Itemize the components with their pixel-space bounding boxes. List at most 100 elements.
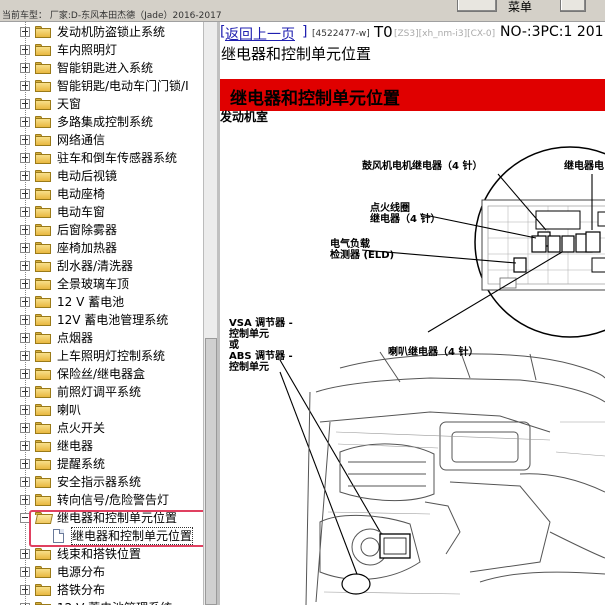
expand-icon[interactable]	[20, 99, 30, 109]
expand-icon[interactable]	[20, 315, 30, 325]
tree-item-label[interactable]: 电动后视镜	[57, 168, 117, 184]
tree-folder-item[interactable]: 保险丝/继电器盒	[0, 365, 203, 383]
expand-icon[interactable]	[20, 189, 30, 199]
tree-folder-item[interactable]: 点火开关	[0, 419, 203, 437]
tree-folder-item[interactable]: 点烟器	[0, 329, 203, 347]
toolbar-button-right[interactable]	[560, 0, 586, 12]
expand-icon[interactable]	[20, 495, 30, 505]
expand-icon[interactable]	[20, 585, 30, 595]
tree-item-label[interactable]: 喇叭	[57, 402, 81, 418]
expand-icon[interactable]	[20, 567, 30, 577]
expand-icon[interactable]	[20, 63, 30, 73]
tree-item-label[interactable]: 网络通信	[57, 132, 105, 148]
tree-item-label[interactable]: 提醒系统	[57, 456, 105, 472]
tree-folder-item[interactable]: 电源分布	[0, 563, 203, 581]
tree-folder-item[interactable]: 转向信号/危险警告灯	[0, 491, 203, 509]
expand-icon[interactable]	[20, 441, 30, 451]
tree-folder-item[interactable]: 发动机防盗锁止系统	[0, 23, 203, 41]
tree-folder-item[interactable]: 12V 蓄电池管理系统	[0, 311, 203, 329]
tree-folder-item[interactable]: 12 V 蓄电池管理系统	[0, 599, 203, 605]
expand-icon[interactable]	[20, 243, 30, 253]
expand-icon[interactable]	[20, 225, 30, 235]
expand-icon[interactable]	[20, 369, 30, 379]
tree-folder-item[interactable]: 全景玻璃车顶	[0, 275, 203, 293]
tree-item-label[interactable]: 点火开关	[57, 420, 105, 436]
tree-item-label[interactable]: 12 V 蓄电池	[57, 294, 124, 310]
tree-item-label[interactable]: 保险丝/继电器盒	[57, 366, 145, 382]
tree-folder-item[interactable]: 智能钥匙/电动车门门锁/I	[0, 77, 203, 95]
tree-item-label[interactable]: 驻车和倒车传感器系统	[57, 150, 177, 166]
tree-item-label[interactable]: 上车照明灯控制系统	[57, 348, 165, 364]
tree-folder-item[interactable]: 智能钥匙进入系统	[0, 59, 203, 77]
tree-folder-item[interactable]: 多路集成控制系统	[0, 113, 203, 131]
expand-icon[interactable]	[20, 171, 30, 181]
tree-item-label[interactable]: 线束和搭铁位置	[57, 546, 141, 562]
expand-icon[interactable]	[20, 153, 30, 163]
tree-folder-item[interactable]: 电动座椅	[0, 185, 203, 203]
expand-icon[interactable]	[20, 207, 30, 217]
tree-item-label[interactable]: 点烟器	[57, 330, 93, 346]
tree-item-label[interactable]: 电动车窗	[57, 204, 105, 220]
expand-icon[interactable]	[20, 45, 30, 55]
tree-item-label[interactable]: 后窗除雾器	[57, 222, 117, 238]
expand-icon[interactable]	[20, 297, 30, 307]
tree-folder-item[interactable]: 12 V 蓄电池	[0, 293, 203, 311]
tree-item-label[interactable]: 多路集成控制系统	[57, 114, 153, 130]
tree-folder-item[interactable]: 线束和搭铁位置	[0, 545, 203, 563]
tree-folder-item[interactable]: 前照灯调平系统	[0, 383, 203, 401]
tree-folder-item[interactable]: 提醒系统	[0, 455, 203, 473]
tree-item-label[interactable]: 搭铁分布	[57, 582, 105, 598]
expand-icon[interactable]	[20, 351, 30, 361]
expand-icon[interactable]	[20, 279, 30, 289]
expand-icon[interactable]	[20, 135, 30, 145]
tree-folder-item[interactable]: 刮水器/清洗器	[0, 257, 203, 275]
expand-icon[interactable]	[20, 117, 30, 127]
tree-folder-item[interactable]: 网络通信	[0, 131, 203, 149]
expand-icon[interactable]	[20, 405, 30, 415]
tree-item-label[interactable]: 天窗	[57, 96, 81, 112]
tree-scrollbar[interactable]	[203, 22, 217, 605]
tree-item-label[interactable]: 座椅加热器	[57, 240, 117, 256]
tree-folder-item[interactable]: 搭铁分布	[0, 581, 203, 599]
tree-folder-item[interactable]: 上车照明灯控制系统	[0, 347, 203, 365]
tree-item-label[interactable]: 全景玻璃车顶	[57, 276, 129, 292]
scrollbar-thumb[interactable]	[205, 338, 217, 605]
tree-item-label[interactable]: 智能钥匙进入系统	[57, 60, 153, 76]
tree-item-label[interactable]: 发动机防盗锁止系统	[57, 24, 165, 40]
tree-item-label[interactable]: 电动座椅	[57, 186, 105, 202]
tree-item-label[interactable]: 12 V 蓄电池管理系统	[57, 600, 172, 605]
tree-folder-item[interactable]: 天窗	[0, 95, 203, 113]
toolbar-button[interactable]	[457, 0, 497, 12]
tree-folder-item[interactable]: 电动后视镜	[0, 167, 203, 185]
tree-item-label[interactable]: 12V 蓄电池管理系统	[57, 312, 168, 328]
expand-icon[interactable]	[20, 459, 30, 469]
expand-icon[interactable]	[20, 423, 30, 433]
expand-icon[interactable]	[20, 261, 30, 271]
tree-item-label[interactable]: 车内照明灯	[57, 42, 117, 58]
expand-icon[interactable]	[20, 27, 30, 37]
section-title: 继电器和控制单元位置	[230, 89, 400, 109]
folder-icon	[35, 494, 51, 506]
expand-icon[interactable]	[20, 387, 30, 397]
tree-folder-item[interactable]: 驻车和倒车传感器系统	[0, 149, 203, 167]
expand-icon[interactable]	[20, 477, 30, 487]
tree-item-label[interactable]: 安全指示器系统	[57, 474, 141, 490]
expand-icon[interactable]	[20, 549, 30, 559]
tree-item-label[interactable]: 电源分布	[57, 564, 105, 580]
tree-folder-item[interactable]: 车内照明灯	[0, 41, 203, 59]
tree-folder-item[interactable]: 喇叭	[0, 401, 203, 419]
expand-icon[interactable]	[20, 81, 30, 91]
tree-item-label[interactable]: 转向信号/危险警告灯	[57, 492, 169, 508]
tree-folder-item[interactable]: 后窗除雾器	[0, 221, 203, 239]
tree-item-label[interactable]: 智能钥匙/电动车门门锁/I	[57, 78, 189, 94]
tree-folder-item[interactable]: 电动车窗	[0, 203, 203, 221]
tree-folder-item[interactable]: 座椅加热器	[0, 239, 203, 257]
menu-button-label[interactable]: 菜单	[508, 0, 532, 15]
expand-icon[interactable]	[20, 333, 30, 343]
tree-folder-item[interactable]: 继电器	[0, 437, 203, 455]
tree-folder-item[interactable]: 安全指示器系统	[0, 473, 203, 491]
tree-item-label[interactable]: 刮水器/清洗器	[57, 258, 133, 274]
tree-item-label[interactable]: 继电器	[57, 438, 93, 454]
back-link[interactable]: 返回上一页	[225, 24, 295, 44]
tree-item-label[interactable]: 前照灯调平系统	[57, 384, 141, 400]
